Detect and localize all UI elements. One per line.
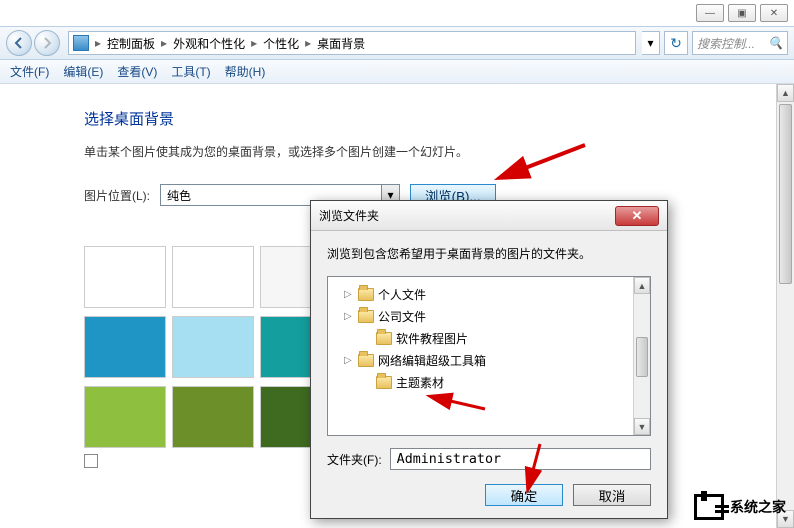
tree-item[interactable]: ▷ 公司文件 — [332, 305, 646, 327]
breadcrumb-item[interactable]: 控制面板 — [103, 35, 159, 52]
refresh-button[interactable]: ↻ — [664, 31, 688, 55]
tree-item-label: 网络编辑超级工具箱 — [378, 352, 486, 369]
folder-icon — [358, 310, 374, 323]
page-subtitle: 单击某个图片使其成为您的桌面背景，或选择多个图片创建一个幻灯片。 — [84, 143, 776, 160]
checkbox-icon — [84, 454, 98, 468]
page-title: 选择桌面背景 — [84, 108, 776, 129]
dialog-title: 浏览文件夹 — [319, 207, 379, 224]
color-swatch[interactable] — [84, 386, 166, 448]
tree-item-label: 个人文件 — [378, 286, 426, 303]
scroll-up-button[interactable]: ▲ — [777, 84, 794, 102]
menu-help[interactable]: 帮助(H) — [225, 63, 266, 80]
tree-item-label: 软件教程图片 — [396, 330, 468, 347]
color-swatch[interactable] — [84, 316, 166, 378]
tree-item-label: 主题素材 — [396, 374, 444, 391]
scroll-up-button[interactable]: ▲ — [634, 277, 650, 294]
tree-item[interactable]: 主题素材 — [332, 371, 646, 393]
ok-button[interactable]: 确定 — [485, 484, 563, 506]
menu-bar: 文件(F) 编辑(E) 查看(V) 工具(T) 帮助(H) — [0, 60, 794, 84]
address-dropdown-button[interactable]: ▾ — [642, 31, 660, 55]
folder-icon — [358, 354, 374, 367]
scrollbar-thumb[interactable] — [636, 337, 648, 377]
location-label: 图片位置(L): — [84, 187, 150, 204]
dialog-close-button[interactable]: ✕ — [615, 206, 659, 226]
search-input[interactable]: 搜索控制... 🔍 — [692, 31, 788, 55]
search-icon: 🔍 — [768, 36, 783, 50]
nav-forward-button[interactable] — [34, 30, 60, 56]
folder-name-input[interactable] — [390, 448, 651, 470]
dialog-titlebar[interactable]: 浏览文件夹 ✕ — [311, 201, 667, 231]
tree-item-label: 公司文件 — [378, 308, 426, 325]
tree-scrollbar[interactable]: ▲ ▼ — [633, 277, 650, 435]
navigation-bar: ▸ 控制面板 ▸ 外观和个性化 ▸ 个性化 ▸ 桌面背景 ▾ ↻ 搜索控制...… — [0, 26, 794, 60]
chevron-right-icon: ▸ — [159, 36, 169, 50]
folder-icon — [376, 376, 392, 389]
arrow-left-icon — [13, 37, 25, 49]
vertical-scrollbar[interactable]: ▲ ▼ — [776, 84, 794, 528]
tree-expand-icon[interactable]: ▷ — [344, 311, 354, 322]
breadcrumb-item[interactable]: 桌面背景 — [313, 35, 369, 52]
color-swatch[interactable] — [84, 246, 166, 308]
watermark: 系统之家 — [694, 494, 786, 520]
tree-expand-icon[interactable]: ▷ — [344, 355, 354, 366]
window-close-button[interactable]: ✕ — [760, 4, 788, 22]
color-swatch[interactable] — [172, 386, 254, 448]
browse-folder-dialog: 浏览文件夹 ✕ 浏览到包含您希望用于桌面背景的图片的文件夹。 ▷ 个人文件 ▷ … — [310, 200, 668, 519]
breadcrumb-item[interactable]: 个性化 — [259, 35, 303, 52]
menu-view[interactable]: 查看(V) — [117, 63, 157, 80]
scroll-down-button[interactable]: ▼ — [634, 418, 650, 435]
chevron-right-icon: ▸ — [303, 36, 313, 50]
color-swatch[interactable] — [172, 316, 254, 378]
address-bar[interactable]: ▸ 控制面板 ▸ 外观和个性化 ▸ 个性化 ▸ 桌面背景 — [68, 31, 636, 55]
nav-back-button[interactable] — [6, 30, 32, 56]
tree-expand-icon[interactable]: ▷ — [344, 289, 354, 300]
control-panel-icon — [73, 35, 89, 51]
chevron-right-icon: ▸ — [93, 36, 103, 50]
tree-item[interactable]: ▷ 网络编辑超级工具箱 — [332, 349, 646, 371]
arrow-right-icon — [41, 37, 53, 49]
menu-file[interactable]: 文件(F) — [10, 63, 49, 80]
dialog-message: 浏览到包含您希望用于桌面背景的图片的文件夹。 — [327, 245, 651, 262]
tree-item[interactable]: ▷ 个人文件 — [332, 283, 646, 305]
watermark-logo-icon — [694, 494, 724, 520]
color-swatch[interactable] — [172, 246, 254, 308]
breadcrumb-item[interactable]: 外观和个性化 — [169, 35, 249, 52]
search-placeholder: 搜索控制... — [697, 35, 755, 52]
menu-edit[interactable]: 编辑(E) — [63, 63, 103, 80]
watermark-text: 系统之家 — [730, 497, 786, 517]
folder-icon — [358, 288, 374, 301]
menu-tools[interactable]: 工具(T) — [171, 63, 210, 80]
folder-tree[interactable]: ▷ 个人文件 ▷ 公司文件 软件教程图片 ▷ 网络编辑超级工具箱 — [327, 276, 651, 436]
chevron-right-icon: ▸ — [249, 36, 259, 50]
window-maximize-button[interactable]: ▣ — [728, 4, 756, 22]
cancel-button[interactable]: 取消 — [573, 484, 651, 506]
select-all-checkbox[interactable] — [84, 454, 98, 468]
tree-item[interactable]: 软件教程图片 — [332, 327, 646, 349]
scrollbar-thumb[interactable] — [779, 104, 792, 284]
window-minimize-button[interactable]: — — [696, 4, 724, 22]
folder-field-label: 文件夹(F): — [327, 451, 382, 468]
location-value: 纯色 — [167, 187, 191, 204]
folder-icon — [376, 332, 392, 345]
